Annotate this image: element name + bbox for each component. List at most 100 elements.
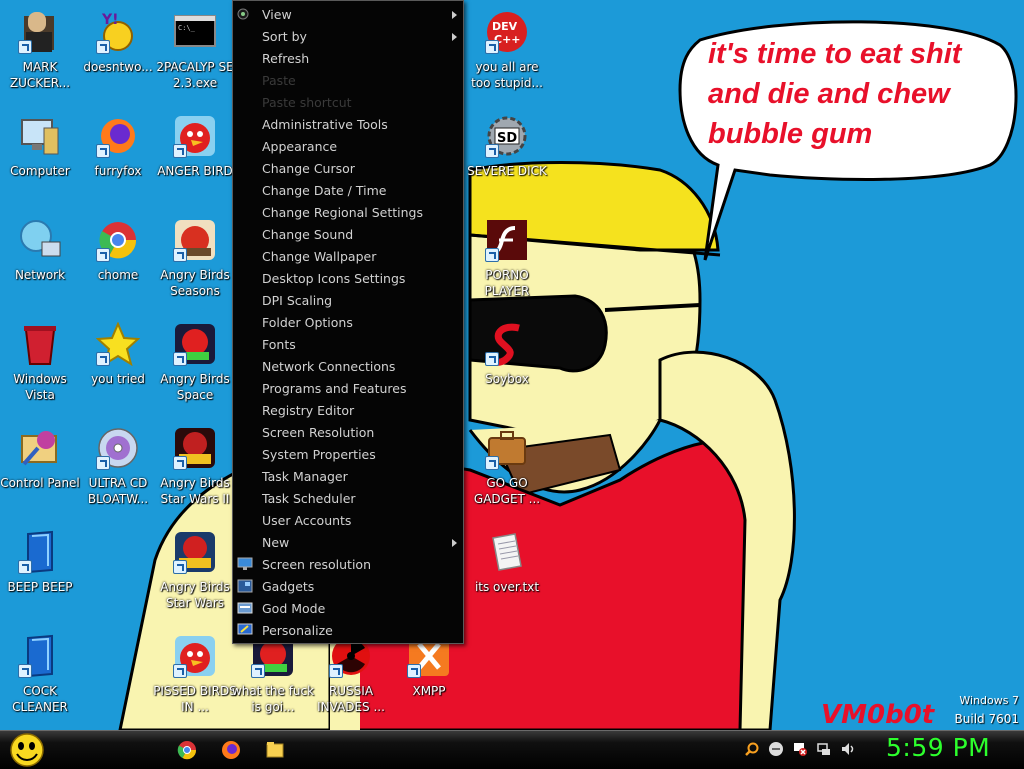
desktop-icon-what-the-fuck[interactable]: what the fuck is goi...: [231, 630, 315, 726]
menu-item-change-cursor[interactable]: Change Cursor: [233, 158, 463, 180]
desktop-icon-label: ANGER BIRD: [157, 164, 233, 178]
menu-item-registry-editor[interactable]: Registry Editor: [233, 400, 463, 422]
tray-network-icon[interactable]: [816, 741, 832, 757]
shortcut-arrow-icon: [18, 560, 32, 574]
menu-item-personalize[interactable]: Personalize: [233, 620, 463, 642]
menu-item-system-properties[interactable]: System Properties: [233, 444, 463, 466]
menu-item-screen-resolution[interactable]: Screen resolution: [233, 554, 463, 576]
shortcut-arrow-icon: [173, 352, 187, 366]
desktop-icon-ultra-cd[interactable]: ULTRA CD BLOATW...: [78, 422, 158, 518]
tray-volume-icon[interactable]: [840, 741, 856, 757]
console-icon: C:\_: [174, 15, 216, 47]
menu-item-user-accounts[interactable]: User Accounts: [233, 510, 463, 532]
desktop-icon-pissed-birds[interactable]: PISSED BIRDS IN ...: [153, 630, 237, 726]
desktop-icon-label: MARK ZUCKER...: [9, 60, 71, 90]
desktop-icon-label: doesntwo...: [83, 60, 153, 74]
tray-search-icon[interactable]: [744, 741, 760, 757]
menu-item-programs-and-features[interactable]: Programs and Features: [233, 378, 463, 400]
taskbar-chrome-icon[interactable]: [176, 739, 198, 761]
shortcut-arrow-icon: [251, 664, 265, 678]
menu-item-administrative-tools[interactable]: Administrative Tools: [233, 114, 463, 136]
desktop-icon-xmpp[interactable]: XMPP: [389, 630, 469, 726]
menu-item-gadgets[interactable]: Gadgets: [233, 576, 463, 598]
desktop-icon-label: Angry Birds Star Wars: [160, 580, 230, 610]
menu-item-desktop-icons-settings[interactable]: Desktop Icons Settings: [233, 268, 463, 290]
menu-item-appearance[interactable]: Appearance: [233, 136, 463, 158]
desktop-icon-its-over-txt[interactable]: its over.txt: [467, 526, 547, 622]
desktop-context-menu[interactable]: View Sort by Refresh Paste Paste shortcut Adm…: [232, 0, 464, 644]
menu-item-label: God Mode: [262, 601, 326, 616]
menu-item-label: Screen resolution: [262, 557, 372, 572]
desktop-icon-porno-player[interactable]: PORNO PLAYER: [467, 214, 547, 310]
menu-item-sort-by[interactable]: Sort by: [233, 26, 463, 48]
menu-item-refresh[interactable]: Refresh: [233, 48, 463, 70]
start-button[interactable]: [8, 732, 46, 768]
desktop-icon-angry-birds-space[interactable]: Angry Birds Space: [155, 318, 235, 414]
menu-item-god-mode[interactable]: God Mode: [233, 598, 463, 620]
desktop-icon-windows-vista[interactable]: Windows Vista: [0, 318, 80, 414]
menu-item-label: Fonts: [262, 337, 296, 352]
desktop-icon-label: Computer: [10, 164, 70, 178]
desktop-icon-you-tried[interactable]: you tried: [78, 318, 158, 414]
desktop-icon-label: Angry Birds Star Wars II: [160, 476, 230, 506]
menu-item-task-scheduler[interactable]: Task Scheduler: [233, 488, 463, 510]
network-icon: [20, 220, 61, 257]
desktop-icon-angry-birds-star-wars-2[interactable]: Angry Birds Star Wars II: [155, 422, 235, 518]
gadgets-icon: [237, 579, 253, 593]
menu-item-network-connections[interactable]: Network Connections: [233, 356, 463, 378]
menu-item-folder-options[interactable]: Folder Options: [233, 312, 463, 334]
wallpaper-signature: VM0b0t: [821, 700, 935, 730]
menu-item-label: Personalize: [262, 623, 333, 638]
shortcut-arrow-icon: [485, 144, 499, 158]
desktop-icon-angry-birds-star-wars[interactable]: Angry Birds Star Wars: [155, 526, 235, 622]
menu-item-fonts[interactable]: Fonts: [233, 334, 463, 356]
menu-item-new[interactable]: New: [233, 532, 463, 554]
desktop-icon-label: Windows Vista: [13, 372, 67, 402]
desktop-icon-network[interactable]: Network: [0, 214, 80, 310]
desktop-icon-furryfox[interactable]: furryfox: [78, 110, 158, 206]
desktop-icon-russia-invades[interactable]: RUSSIA INVADES ...: [311, 630, 391, 726]
menu-item-label: Change Sound: [262, 227, 354, 242]
menu-item-change-date-time[interactable]: Change Date / Time: [233, 180, 463, 202]
shortcut-arrow-icon: [18, 664, 32, 678]
menu-item-task-manager[interactable]: Task Manager: [233, 466, 463, 488]
desktop-icon-cock-cleaner[interactable]: COCK CLEANER: [0, 630, 80, 726]
windows-version-watermark: Windows 7 Build 7601: [955, 692, 1019, 728]
taskbar-folder-icon[interactable]: [264, 739, 286, 761]
menu-item-change-sound[interactable]: Change Sound: [233, 224, 463, 246]
windows-version-name: Windows 7: [959, 694, 1019, 707]
desktop-icon-severe-dick[interactable]: SD SEVERE DICK: [467, 110, 547, 206]
menu-item-change-regional-settings[interactable]: Change Regional Settings: [233, 202, 463, 224]
menu-item-label: Network Connections: [262, 359, 396, 374]
desktop-icon-mark-zuckerberg[interactable]: MARK ZUCKER...: [0, 6, 80, 102]
menu-item-label: User Accounts: [262, 513, 352, 528]
desktop[interactable]: it's time to eat shit and die and chew b…: [0, 0, 1024, 730]
menu-item-change-wallpaper[interactable]: Change Wallpaper: [233, 246, 463, 268]
tray-messenger-icon[interactable]: [768, 741, 784, 757]
desktop-icon-anger-bird[interactable]: ANGER BIRD: [155, 110, 235, 206]
desktop-icon-you-all-are-too-stupid[interactable]: DEV C++ you all are too stupid...: [467, 6, 547, 102]
menu-item-screen-resolution[interactable]: Screen Resolution: [233, 422, 463, 444]
menu-item-view[interactable]: View: [233, 4, 463, 26]
shortcut-arrow-icon: [173, 248, 187, 262]
desktop-icon-label: what the fuck is goi...: [231, 684, 315, 714]
desktop-icon-chome[interactable]: chome: [78, 214, 158, 310]
desktop-icon-beep-beep[interactable]: BEEP BEEP: [0, 526, 80, 622]
shortcut-arrow-icon: [485, 456, 499, 470]
desktop-icon-label: you all are too stupid...: [471, 60, 543, 90]
desktop-icon-label: furryfox: [94, 164, 142, 178]
menu-item-dpi-scaling[interactable]: DPI Scaling: [233, 290, 463, 312]
desktop-icon-control-panel[interactable]: Control Panel: [0, 422, 80, 518]
control-panel-small-icon: [237, 602, 253, 614]
desktop-icon-label: RUSSIA INVADES ...: [317, 684, 385, 714]
desktop-icon-soybox[interactable]: Soybox: [467, 318, 547, 414]
desktop-icon-2pacalypse[interactable]: C:\_ 2PACALYP SE 2.3.exe: [155, 6, 235, 102]
desktop-icon-angry-birds-seasons[interactable]: Angry Birds Seasons: [155, 214, 235, 310]
taskbar-clock[interactable]: 5:59 PM: [886, 733, 990, 762]
tray-flag-icon[interactable]: [792, 741, 808, 757]
taskbar-firefox-icon[interactable]: [220, 739, 242, 761]
shortcut-arrow-icon: [96, 248, 110, 262]
desktop-icon-doesntwork[interactable]: Y! doesntwo...: [78, 6, 158, 102]
desktop-icon-go-go-gadget[interactable]: GO GO GADGET ...: [467, 422, 547, 518]
desktop-icon-computer[interactable]: Computer: [0, 110, 80, 206]
